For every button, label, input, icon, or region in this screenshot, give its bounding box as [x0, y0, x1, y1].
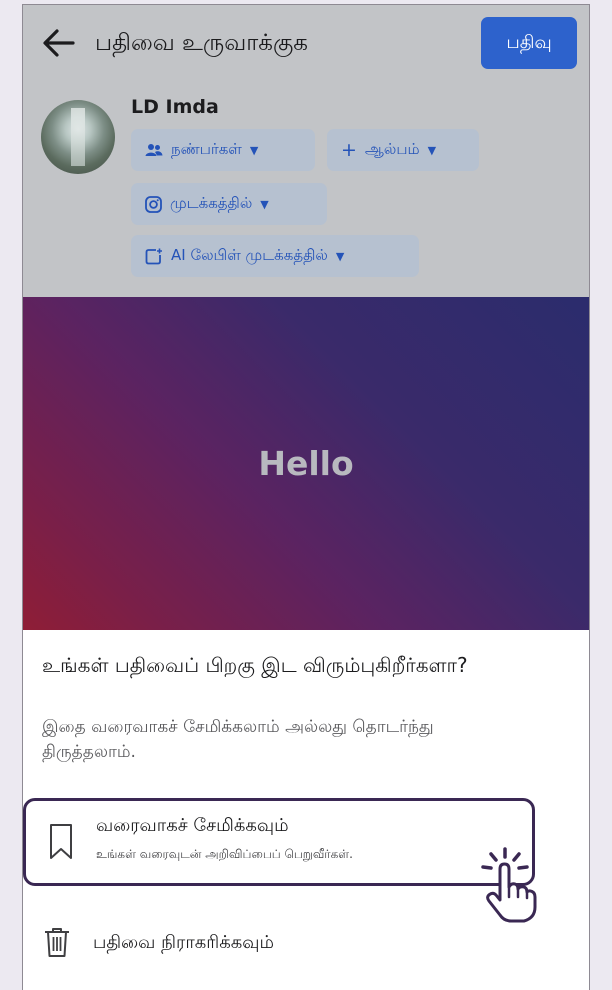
people-icon: [145, 144, 163, 156]
ai-label-selector[interactable]: AI லேபிள் முடக்கத்தில் ▼: [131, 235, 419, 277]
album-label: ஆல்பம்: [364, 140, 420, 158]
header-bar: பதிவை உருவாக்குக பதிவு: [23, 5, 589, 85]
caret-down-icon: ▼: [427, 143, 437, 157]
ai-sparkle-icon: [145, 248, 162, 264]
user-name: LD Imda: [131, 96, 219, 118]
instagram-label: முடக்கத்தில்: [170, 194, 253, 212]
album-selector[interactable]: + ஆல்பம் ▼: [327, 129, 479, 171]
composer-overlay: பதிவை உருவாக்குக பதிவு LD Imda நண்பர்கள்…: [23, 5, 589, 297]
post-background-card: Hello: [23, 297, 589, 630]
save-draft-option[interactable]: வரைவாகச் சேமிக்கவும் உங்கள் வரைவுடன் அறி…: [23, 798, 535, 886]
arrow-left-icon[interactable]: [41, 27, 77, 59]
discard-post-option[interactable]: பதிவை நிராகரிக்கவும்: [23, 914, 589, 970]
instagram-selector[interactable]: முடக்கத்தில் ▼: [131, 183, 327, 225]
sheet-title: உங்கள் பதிவைப் பிறகு இட விரும்புகிறீர்கள…: [42, 653, 468, 677]
pointer-hand-icon: [481, 847, 537, 923]
sheet-subtitle: இதை வரைவாகச் சேமிக்கலாம் அல்லது தொடர்ந்த…: [42, 717, 434, 762]
page-title: பதிவை உருவாக்குக: [95, 30, 308, 56]
instagram-icon: [145, 195, 162, 213]
post-button[interactable]: பதிவு: [481, 17, 577, 69]
caret-down-icon: ▼: [260, 197, 269, 211]
save-draft-label: வரைவாகச் சேமிக்கவும்: [96, 815, 289, 836]
save-draft-description: உங்கள் வரைவுடன் அறிவிப்பைப் பெறுவீர்கள்.: [96, 847, 353, 861]
bookmark-icon: [50, 824, 72, 859]
trash-icon: [45, 928, 69, 957]
bottom-sheet: உங்கள் பதிவைப் பிறகு இட விரும்புகிறீர்கள…: [23, 630, 589, 990]
create-post-screen: பதிவை உருவாக்குக பதிவு LD Imda நண்பர்கள்…: [22, 4, 590, 990]
avatar: [41, 100, 115, 174]
audience-selector[interactable]: நண்பர்கள் ▼: [131, 129, 315, 171]
plus-icon: +: [341, 139, 357, 161]
discard-label: பதிவை நிராகரிக்கவும்: [93, 932, 274, 953]
audience-label: நண்பர்கள்: [171, 140, 242, 158]
caret-down-icon: ▼: [335, 249, 345, 263]
ai-label-text: AI லேபிள் முடக்கத்தில்: [171, 246, 328, 264]
caret-down-icon: ▼: [249, 143, 259, 157]
post-text: Hello: [258, 444, 354, 483]
